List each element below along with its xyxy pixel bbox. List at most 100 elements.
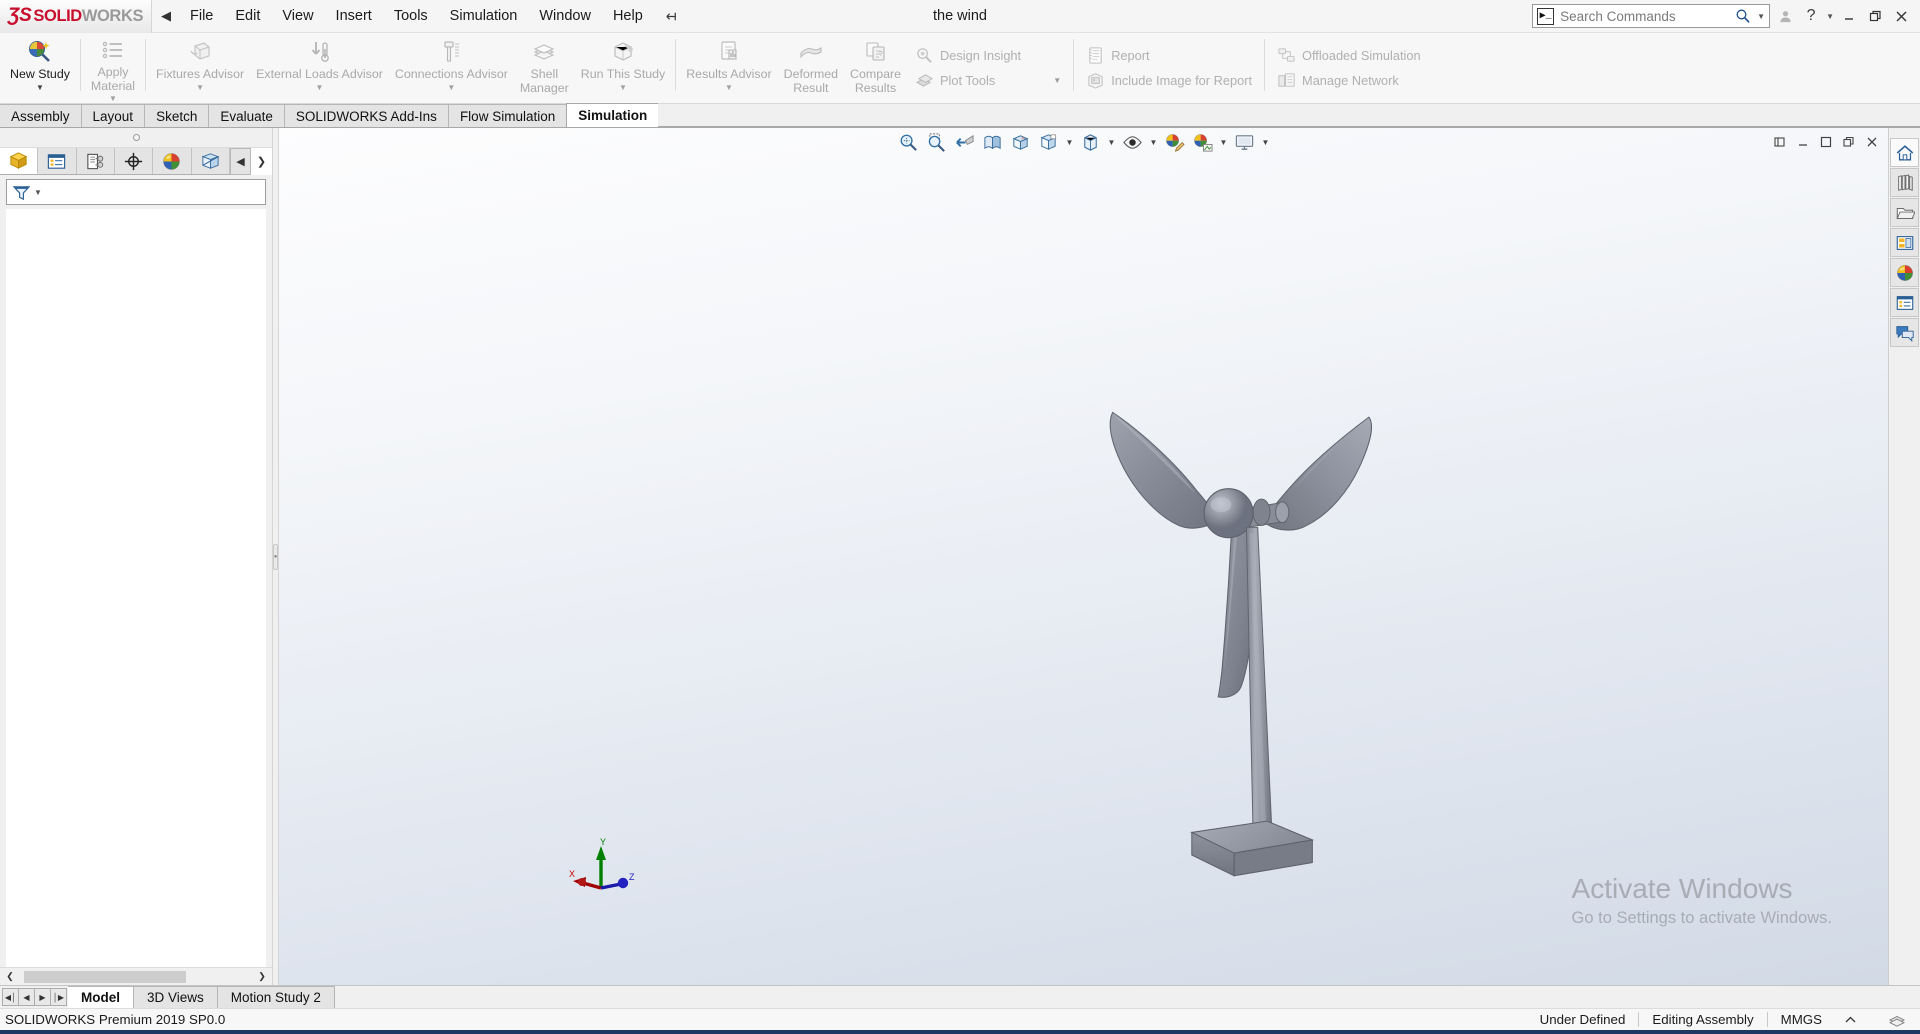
external-loads-advisor-label: External Loads Advisor	[256, 67, 383, 81]
graphics-area[interactable]: A ▼ ▼ ▼ ▼ ▼ Y X Z Activate Windows Go to…	[279, 128, 1888, 985]
solidworks-resources-icon[interactable]	[1890, 138, 1919, 167]
wind-turbine-model[interactable]	[279, 128, 1888, 985]
feature-manager-filter[interactable]: ▼	[6, 179, 266, 205]
apply-material-button[interactable]: Apply Material ▼	[85, 33, 141, 103]
feature-tree[interactable]	[6, 209, 266, 967]
appearances-scenes-icon[interactable]	[1890, 258, 1919, 287]
command-manager-ribbon: New Study ▼ Apply Material ▼ Fixtures Ad…	[0, 33, 1920, 104]
tab-solidworks-add-ins[interactable]: SOLIDWORKS Add-Ins	[283, 104, 448, 127]
menu-item-edit[interactable]: Edit	[224, 4, 271, 28]
compare-results-button[interactable]: ? Compare Results	[844, 33, 907, 103]
status-bar: SOLIDWORKS Premium 2019 SP0.0 Under Defi…	[0, 1008, 1920, 1030]
tab-strip-next-button[interactable]: ❯	[251, 147, 272, 175]
run-this-study-dropdown-icon[interactable]: ▼	[619, 83, 627, 92]
run-this-study-button[interactable]: Run This Study ▼	[575, 33, 671, 103]
feature-manager-collapse-strip[interactable]	[0, 128, 272, 148]
manage-network-button[interactable]: Manage Network	[1271, 68, 1427, 93]
menu-collapse-icon[interactable]: ◀	[161, 8, 171, 24]
connections-advisor-button[interactable]: Connections Advisor ▼	[389, 33, 514, 103]
tab-evaluate[interactable]: Evaluate	[208, 104, 284, 127]
external-loads-advisor-dropdown-icon[interactable]: ▼	[316, 83, 324, 92]
dimxpert-manager-tab[interactable]	[114, 148, 154, 174]
panel-splitter[interactable]: ●	[272, 128, 279, 985]
menu-item-file[interactable]: File	[179, 4, 224, 28]
include-image-for-report-button[interactable]: Include Image for Report	[1080, 68, 1258, 93]
shell-manager-button[interactable]: Shell Manager	[514, 33, 575, 103]
offloaded-simulation-button[interactable]: Offloaded Simulation	[1271, 43, 1427, 68]
apply-material-icon	[100, 37, 126, 65]
plot-tools-dropdown-icon[interactable]: ▼	[1053, 76, 1061, 85]
feature-tree-horizontal-scrollbar[interactable]: ❮ ❯	[0, 967, 272, 985]
bottom-tab-motion-study-2[interactable]: Motion Study 2	[217, 986, 335, 1008]
include-image-for-report-label: Include Image for Report	[1111, 73, 1253, 88]
menu-bar: File Edit View Insert Tools Simulation W…	[179, 4, 654, 28]
design-library-icon[interactable]	[1890, 168, 1919, 197]
menu-item-window[interactable]: Window	[528, 4, 602, 28]
tab-simulation[interactable]: Simulation	[566, 103, 659, 127]
deformed-result-button[interactable]: Deformed Result	[778, 33, 844, 103]
search-dropdown-icon[interactable]: ▼	[1757, 12, 1765, 21]
user-icon[interactable]	[1774, 4, 1796, 28]
report-button[interactable]: Report	[1080, 43, 1258, 68]
scroll-thumb[interactable]	[24, 970, 186, 983]
fixtures-advisor-button[interactable]: Fixtures Advisor ▼	[150, 33, 250, 103]
pushpin-icon[interactable]	[664, 9, 679, 24]
menu-item-insert[interactable]: Insert	[325, 4, 383, 28]
configuration-manager-tab[interactable]	[76, 148, 115, 174]
search-icon[interactable]	[1735, 8, 1751, 24]
connections-advisor-dropdown-icon[interactable]: ▼	[447, 83, 455, 92]
panel-resize-handle[interactable]	[132, 134, 140, 141]
file-explorer-icon[interactable]	[1890, 198, 1919, 227]
property-manager-tab[interactable]	[38, 148, 77, 174]
menu-item-help[interactable]: Help	[602, 4, 654, 28]
new-study-dropdown-icon[interactable]: ▼	[36, 83, 44, 92]
bottom-tab-3d-views[interactable]: 3D Views	[134, 986, 218, 1008]
tab-sketch[interactable]: Sketch	[144, 104, 209, 127]
menu-item-view[interactable]: View	[271, 4, 324, 28]
view-palette-icon[interactable]	[1890, 228, 1919, 257]
results-advisor-dropdown-icon[interactable]: ▼	[725, 83, 733, 92]
scroll-left-icon[interactable]: ❮	[2, 969, 18, 984]
external-loads-advisor-button[interactable]: External Loads Advisor ▼	[250, 33, 389, 103]
stacked-sheets-icon[interactable]	[1866, 1013, 1920, 1027]
units-dropdown-icon[interactable]	[1835, 1016, 1866, 1024]
fixtures-advisor-dropdown-icon[interactable]: ▼	[196, 83, 204, 92]
search-commands-box[interactable]: ▶_ Search Commands ▼	[1532, 4, 1771, 28]
simulation-study-tab[interactable]	[191, 148, 230, 174]
scroll-right-icon[interactable]: ❯	[254, 969, 270, 984]
menu-item-tools[interactable]: Tools	[383, 4, 439, 28]
run-this-study-label: Run This Study	[580, 67, 666, 81]
display-manager-tab[interactable]	[153, 148, 192, 174]
splitter-grip[interactable]: ●	[272, 543, 279, 570]
tab-strip-prev-button[interactable]: ◀	[230, 147, 251, 175]
tab-assembly[interactable]: Assembly	[0, 104, 81, 127]
plot-tools-button[interactable]: Plot Tools ▼	[909, 68, 1067, 93]
scroll-track[interactable]	[18, 969, 254, 984]
status-badge-under-defined: Under Defined	[1539, 1012, 1626, 1027]
filter-dropdown-icon[interactable]: ▼	[34, 188, 42, 197]
solidworks-logo[interactable]: ƷS SOLIDWORKS	[0, 0, 152, 33]
status-units[interactable]: MMGS	[1766, 1012, 1835, 1027]
custom-properties-icon[interactable]	[1890, 288, 1919, 317]
design-insight-button[interactable]: Design Insight	[909, 43, 1067, 68]
previous-tab-button[interactable]: ◀	[18, 988, 35, 1006]
close-icon[interactable]	[1890, 4, 1912, 28]
next-tab-button[interactable]: ▶	[34, 988, 51, 1006]
tab-layout[interactable]: Layout	[80, 104, 145, 127]
command-tab-bar: Assembly Layout Sketch Evaluate SOLIDWOR…	[0, 103, 1920, 128]
search-input[interactable]: Search Commands	[1560, 9, 1729, 24]
solidworks-forum-icon[interactable]	[1890, 318, 1919, 347]
results-advisor-button[interactable]: Results Advisor ▼	[680, 33, 777, 103]
question-mark-icon[interactable]: ?	[1800, 4, 1822, 28]
menu-item-simulation[interactable]: Simulation	[439, 4, 529, 28]
apply-material-dropdown-icon[interactable]: ▼	[109, 94, 117, 103]
new-study-button[interactable]: New Study ▼	[4, 33, 76, 103]
feature-manager-design-tree-tab[interactable]	[0, 148, 39, 174]
minimize-icon[interactable]	[1838, 4, 1860, 28]
first-tab-button[interactable]: ◀│	[2, 988, 19, 1006]
last-tab-button[interactable]: │▶	[50, 988, 67, 1006]
tab-flow-simulation[interactable]: Flow Simulation	[447, 104, 567, 127]
restore-icon[interactable]	[1864, 4, 1886, 28]
bottom-tab-model[interactable]: Model	[68, 986, 134, 1008]
help-dropdown-icon[interactable]: ▼	[1826, 12, 1834, 21]
